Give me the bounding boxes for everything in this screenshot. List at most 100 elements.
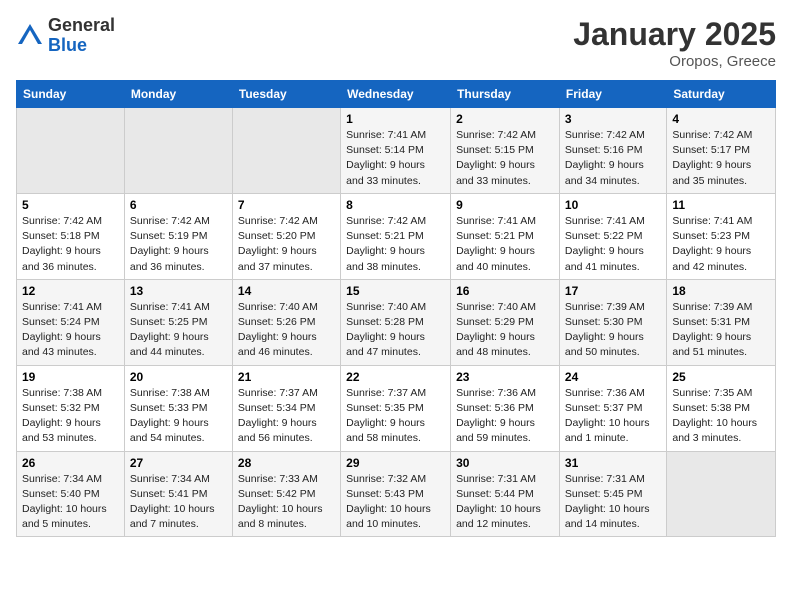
day-info: Sunrise: 7:42 AM Sunset: 5:20 PM Dayligh… [238, 214, 335, 275]
calendar-cell: 26 Sunrise: 7:34 AM Sunset: 5:40 PM Dayli… [17, 451, 125, 537]
calendar-cell: 14 Sunrise: 7:40 AM Sunset: 5:26 PM Dayli… [232, 279, 340, 365]
calendar-cell: 17 Sunrise: 7:39 AM Sunset: 5:30 PM Dayli… [559, 279, 666, 365]
day-info: Sunrise: 7:42 AM Sunset: 5:15 PM Dayligh… [456, 128, 554, 189]
day-info: Sunrise: 7:42 AM Sunset: 5:21 PM Dayligh… [346, 214, 445, 275]
calendar-cell: 24 Sunrise: 7:36 AM Sunset: 5:37 PM Dayli… [559, 365, 666, 451]
weekday-header-cell: Saturday [667, 81, 776, 108]
day-number: 9 [456, 198, 554, 212]
day-number: 19 [22, 370, 119, 384]
day-info: Sunrise: 7:40 AM Sunset: 5:29 PM Dayligh… [456, 300, 554, 361]
day-info: Sunrise: 7:42 AM Sunset: 5:17 PM Dayligh… [672, 128, 770, 189]
calendar-cell: 9 Sunrise: 7:41 AM Sunset: 5:21 PM Daylig… [451, 193, 560, 279]
day-info: Sunrise: 7:31 AM Sunset: 5:45 PM Dayligh… [565, 472, 661, 533]
day-info: Sunrise: 7:40 AM Sunset: 5:28 PM Dayligh… [346, 300, 445, 361]
day-number: 18 [672, 284, 770, 298]
day-number: 2 [456, 112, 554, 126]
calendar-cell: 30 Sunrise: 7:31 AM Sunset: 5:44 PM Dayli… [451, 451, 560, 537]
day-number: 8 [346, 198, 445, 212]
title-block: January 2025 Oropos, Greece [573, 16, 776, 70]
calendar-cell: 19Sunrise: 7:38 AM Sunset: 5:32 PM Dayli… [17, 365, 125, 451]
day-number: 27 [130, 456, 227, 470]
day-number: 20 [130, 370, 227, 384]
calendar-week-row: 19Sunrise: 7:38 AM Sunset: 5:32 PM Dayli… [17, 365, 776, 451]
calendar-cell: 4 Sunrise: 7:42 AM Sunset: 5:17 PM Daylig… [667, 108, 776, 194]
day-info: Sunrise: 7:41 AM Sunset: 5:24 PM Dayligh… [22, 300, 119, 361]
day-number: 22 [346, 370, 445, 384]
day-number: 13 [130, 284, 227, 298]
calendar-cell [667, 451, 776, 537]
weekday-header-cell: Wednesday [341, 81, 451, 108]
calendar-cell: 10Sunrise: 7:41 AM Sunset: 5:22 PM Dayli… [559, 193, 666, 279]
calendar-cell: 12 Sunrise: 7:41 AM Sunset: 5:24 PM Dayli… [17, 279, 125, 365]
day-info: Sunrise: 7:40 AM Sunset: 5:26 PM Dayligh… [238, 300, 335, 361]
day-info: Sunrise: 7:37 AM Sunset: 5:35 PM Dayligh… [346, 386, 445, 447]
calendar-cell: 23 Sunrise: 7:36 AM Sunset: 5:36 PM Dayli… [451, 365, 560, 451]
day-info: Sunrise: 7:39 AM Sunset: 5:30 PM Dayligh… [565, 300, 661, 361]
calendar-body: 1Sunrise: 7:41 AM Sunset: 5:14 PM Daylig… [17, 108, 776, 537]
weekday-header-row: SundayMondayTuesdayWednesdayThursdayFrid… [17, 81, 776, 108]
calendar-table: SundayMondayTuesdayWednesdayThursdayFrid… [16, 80, 776, 537]
day-number: 12 [22, 284, 119, 298]
calendar-cell: 13 Sunrise: 7:41 AM Sunset: 5:25 PM Dayli… [124, 279, 232, 365]
page-header: General Blue January 2025 Oropos, Greece [16, 16, 776, 70]
calendar-cell: 31Sunrise: 7:31 AM Sunset: 5:45 PM Dayli… [559, 451, 666, 537]
day-number: 23 [456, 370, 554, 384]
day-info: Sunrise: 7:41 AM Sunset: 5:21 PM Dayligh… [456, 214, 554, 275]
weekday-header-cell: Thursday [451, 81, 560, 108]
calendar-cell: 3Sunrise: 7:42 AM Sunset: 5:16 PM Daylig… [559, 108, 666, 194]
calendar-cell: 18 Sunrise: 7:39 AM Sunset: 5:31 PM Dayli… [667, 279, 776, 365]
day-info: Sunrise: 7:36 AM Sunset: 5:37 PM Dayligh… [565, 386, 661, 447]
calendar-cell [232, 108, 340, 194]
day-info: Sunrise: 7:39 AM Sunset: 5:31 PM Dayligh… [672, 300, 770, 361]
day-info: Sunrise: 7:41 AM Sunset: 5:25 PM Dayligh… [130, 300, 227, 361]
calendar-cell: 28Sunrise: 7:33 AM Sunset: 5:42 PM Dayli… [232, 451, 340, 537]
logo-icon [16, 22, 44, 50]
calendar-cell: 27 Sunrise: 7:34 AM Sunset: 5:41 PM Dayli… [124, 451, 232, 537]
day-info: Sunrise: 7:36 AM Sunset: 5:36 PM Dayligh… [456, 386, 554, 447]
day-number: 14 [238, 284, 335, 298]
day-info: Sunrise: 7:42 AM Sunset: 5:18 PM Dayligh… [22, 214, 119, 275]
calendar-week-row: 1Sunrise: 7:41 AM Sunset: 5:14 PM Daylig… [17, 108, 776, 194]
calendar-cell: 25Sunrise: 7:35 AM Sunset: 5:38 PM Dayli… [667, 365, 776, 451]
day-number: 10 [565, 198, 661, 212]
weekday-header-cell: Sunday [17, 81, 125, 108]
day-number: 17 [565, 284, 661, 298]
calendar-week-row: 26 Sunrise: 7:34 AM Sunset: 5:40 PM Dayli… [17, 451, 776, 537]
weekday-header-cell: Tuesday [232, 81, 340, 108]
day-number: 24 [565, 370, 661, 384]
day-info: Sunrise: 7:42 AM Sunset: 5:19 PM Dayligh… [130, 214, 227, 275]
location-subtitle: Oropos, Greece [573, 53, 776, 70]
day-info: Sunrise: 7:41 AM Sunset: 5:23 PM Dayligh… [672, 214, 770, 275]
calendar-cell: 15 Sunrise: 7:40 AM Sunset: 5:28 PM Dayli… [341, 279, 451, 365]
day-info: Sunrise: 7:31 AM Sunset: 5:44 PM Dayligh… [456, 472, 554, 533]
calendar-cell: 16Sunrise: 7:40 AM Sunset: 5:29 PM Dayli… [451, 279, 560, 365]
day-number: 7 [238, 198, 335, 212]
day-info: Sunrise: 7:35 AM Sunset: 5:38 PM Dayligh… [672, 386, 770, 447]
day-number: 29 [346, 456, 445, 470]
weekday-header-cell: Monday [124, 81, 232, 108]
calendar-cell: 29 Sunrise: 7:32 AM Sunset: 5:43 PM Dayli… [341, 451, 451, 537]
day-number: 21 [238, 370, 335, 384]
day-info: Sunrise: 7:38 AM Sunset: 5:33 PM Dayligh… [130, 386, 227, 447]
calendar-cell: 21Sunrise: 7:37 AM Sunset: 5:34 PM Dayli… [232, 365, 340, 451]
logo-text: General Blue [48, 16, 115, 56]
calendar-cell: 8 Sunrise: 7:42 AM Sunset: 5:21 PM Daylig… [341, 193, 451, 279]
calendar-cell: 6Sunrise: 7:42 AM Sunset: 5:19 PM Daylig… [124, 193, 232, 279]
day-info: Sunrise: 7:33 AM Sunset: 5:42 PM Dayligh… [238, 472, 335, 533]
day-info: Sunrise: 7:34 AM Sunset: 5:40 PM Dayligh… [22, 472, 119, 533]
calendar-cell: 11 Sunrise: 7:41 AM Sunset: 5:23 PM Dayli… [667, 193, 776, 279]
day-number: 11 [672, 198, 770, 212]
day-info: Sunrise: 7:34 AM Sunset: 5:41 PM Dayligh… [130, 472, 227, 533]
calendar-cell: 22 Sunrise: 7:37 AM Sunset: 5:35 PM Dayli… [341, 365, 451, 451]
day-number: 26 [22, 456, 119, 470]
day-number: 3 [565, 112, 661, 126]
day-number: 15 [346, 284, 445, 298]
day-number: 1 [346, 112, 445, 126]
month-title: January 2025 [573, 16, 776, 53]
calendar-cell [17, 108, 125, 194]
day-number: 30 [456, 456, 554, 470]
day-number: 4 [672, 112, 770, 126]
calendar-cell: 5 Sunrise: 7:42 AM Sunset: 5:18 PM Daylig… [17, 193, 125, 279]
day-info: Sunrise: 7:32 AM Sunset: 5:43 PM Dayligh… [346, 472, 445, 533]
day-number: 5 [22, 198, 119, 212]
